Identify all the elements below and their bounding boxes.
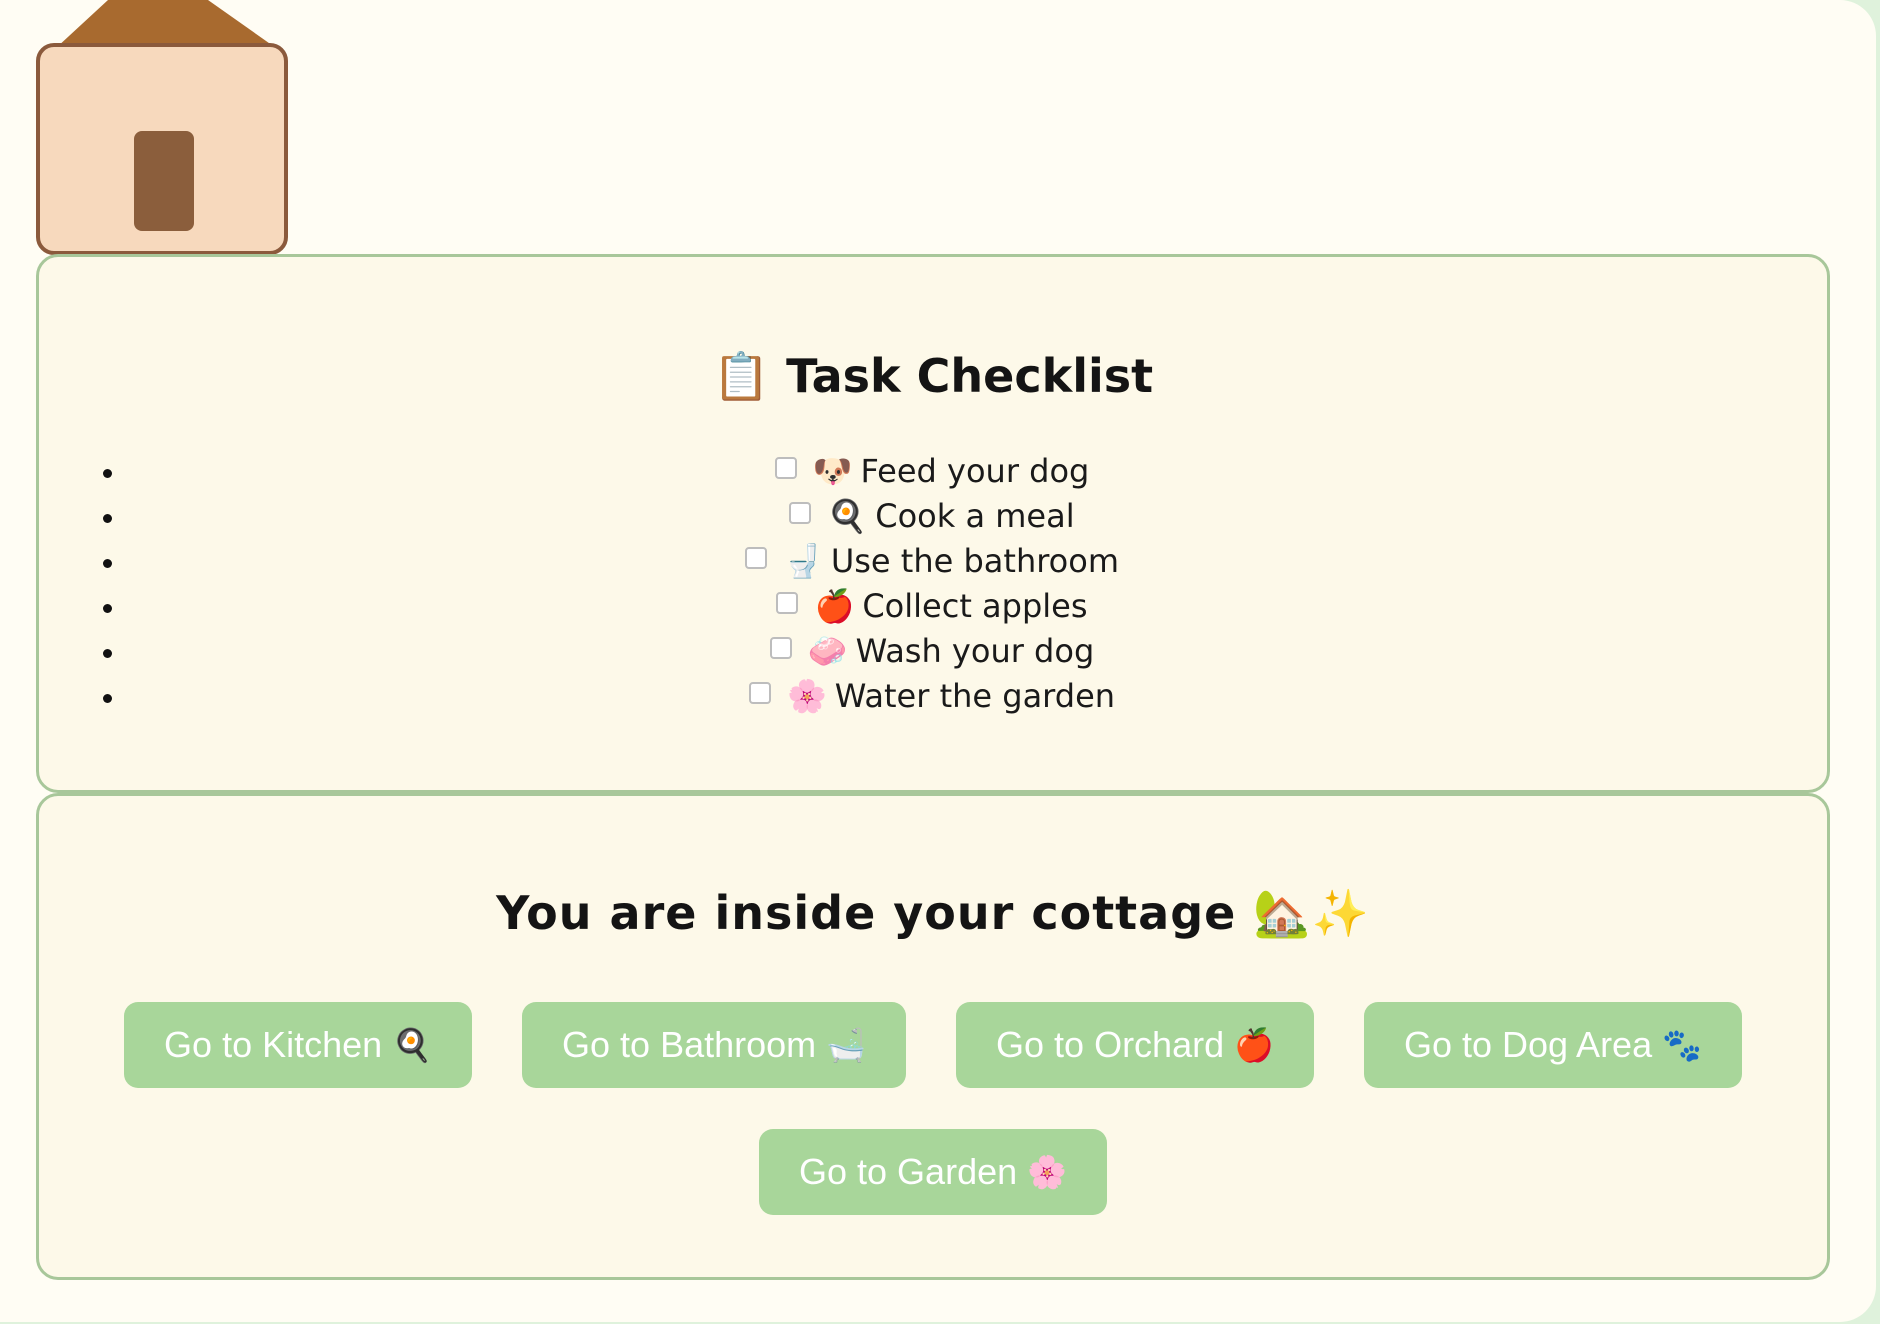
task-checkbox[interactable] (776, 592, 799, 614)
frying-pan-icon: 🍳 (392, 1027, 433, 1063)
task-item-wash-dog: 🧼Wash your dog (127, 629, 1827, 674)
task-label: Wash your dog (855, 632, 1095, 670)
task-checkbox[interactable] (774, 457, 797, 479)
checklist-heading: 📋 Task Checklist (39, 349, 1827, 404)
go-to-orchard-button[interactable]: Go to Orchard 🍎 (956, 1002, 1314, 1088)
app-window: 📋 Task Checklist 🐶Feed your dog 🍳Cook a … (0, 0, 1876, 1322)
task-checkbox[interactable] (748, 682, 771, 704)
location-message: You are inside your cottage 🏡✨ (496, 886, 1370, 940)
frying-pan-icon: 🍳 (827, 497, 868, 535)
navigation-buttons: Go to Kitchen 🍳 Go to Bathroom 🛁 Go to O… (39, 1002, 1827, 1088)
flower-icon: 🌸 (1027, 1154, 1067, 1190)
button-label: Go to Dog Area (1403, 1024, 1653, 1065)
apple-icon: 🍎 (814, 587, 855, 625)
task-item-cook-meal: 🍳Cook a meal (127, 494, 1827, 539)
go-to-kitchen-button[interactable]: Go to Kitchen 🍳 (124, 1002, 473, 1088)
task-item-feed-dog: 🐶Feed your dog (127, 449, 1827, 494)
house-wall (36, 43, 288, 255)
dog-icon: 🐶 (812, 452, 853, 490)
button-label: Go to Orchard (996, 1024, 1225, 1065)
bathtub-icon: 🛁 (826, 1027, 867, 1063)
task-label: Water the garden (834, 677, 1116, 715)
go-to-dog-area-button[interactable]: Go to Dog Area 🐾 (1363, 1002, 1742, 1088)
door-shape (134, 131, 194, 231)
task-label: Use the bathroom (830, 542, 1119, 580)
flower-icon: 🌸 (786, 677, 827, 715)
task-checkbox[interactable] (769, 637, 792, 659)
task-label: Collect apples (862, 587, 1088, 625)
task-label: Feed your dog (860, 452, 1090, 490)
button-label: Go to Kitchen (164, 1024, 383, 1065)
soap-icon: 🧼 (807, 632, 848, 670)
task-checklist-panel: 📋 Task Checklist 🐶Feed your dog 🍳Cook a … (36, 254, 1830, 793)
paw-prints-icon: 🐾 (1662, 1027, 1702, 1063)
checklist-heading-text: Task Checklist (786, 349, 1154, 403)
task-item-use-bathroom: 🚽Use the bathroom (127, 539, 1827, 584)
task-item-collect-apples: 🍎Collect apples (127, 584, 1827, 629)
apple-icon: 🍎 (1234, 1027, 1274, 1063)
go-to-bathroom-button[interactable]: Go to Bathroom 🛁 (522, 1002, 907, 1088)
location-panel: You are inside your cottage 🏡✨ Go to Kit… (36, 793, 1830, 1280)
button-label: Go to Garden (799, 1151, 1018, 1192)
toilet-icon: 🚽 (782, 542, 823, 580)
clipboard-icon: 📋 (712, 349, 771, 403)
navigation-buttons-row-2: Go to Garden 🌸 (39, 1129, 1827, 1215)
cottage-icon (36, 0, 288, 255)
task-checkbox[interactable] (744, 547, 767, 569)
task-list: 🐶Feed your dog 🍳Cook a meal 🚽Use the bat… (39, 449, 1827, 719)
task-label: Cook a meal (875, 497, 1075, 535)
task-checkbox[interactable] (789, 502, 812, 524)
task-item-water-garden: 🌸Water the garden (127, 674, 1827, 719)
button-label: Go to Bathroom (562, 1024, 817, 1065)
go-to-garden-button[interactable]: Go to Garden 🌸 (759, 1129, 1107, 1215)
